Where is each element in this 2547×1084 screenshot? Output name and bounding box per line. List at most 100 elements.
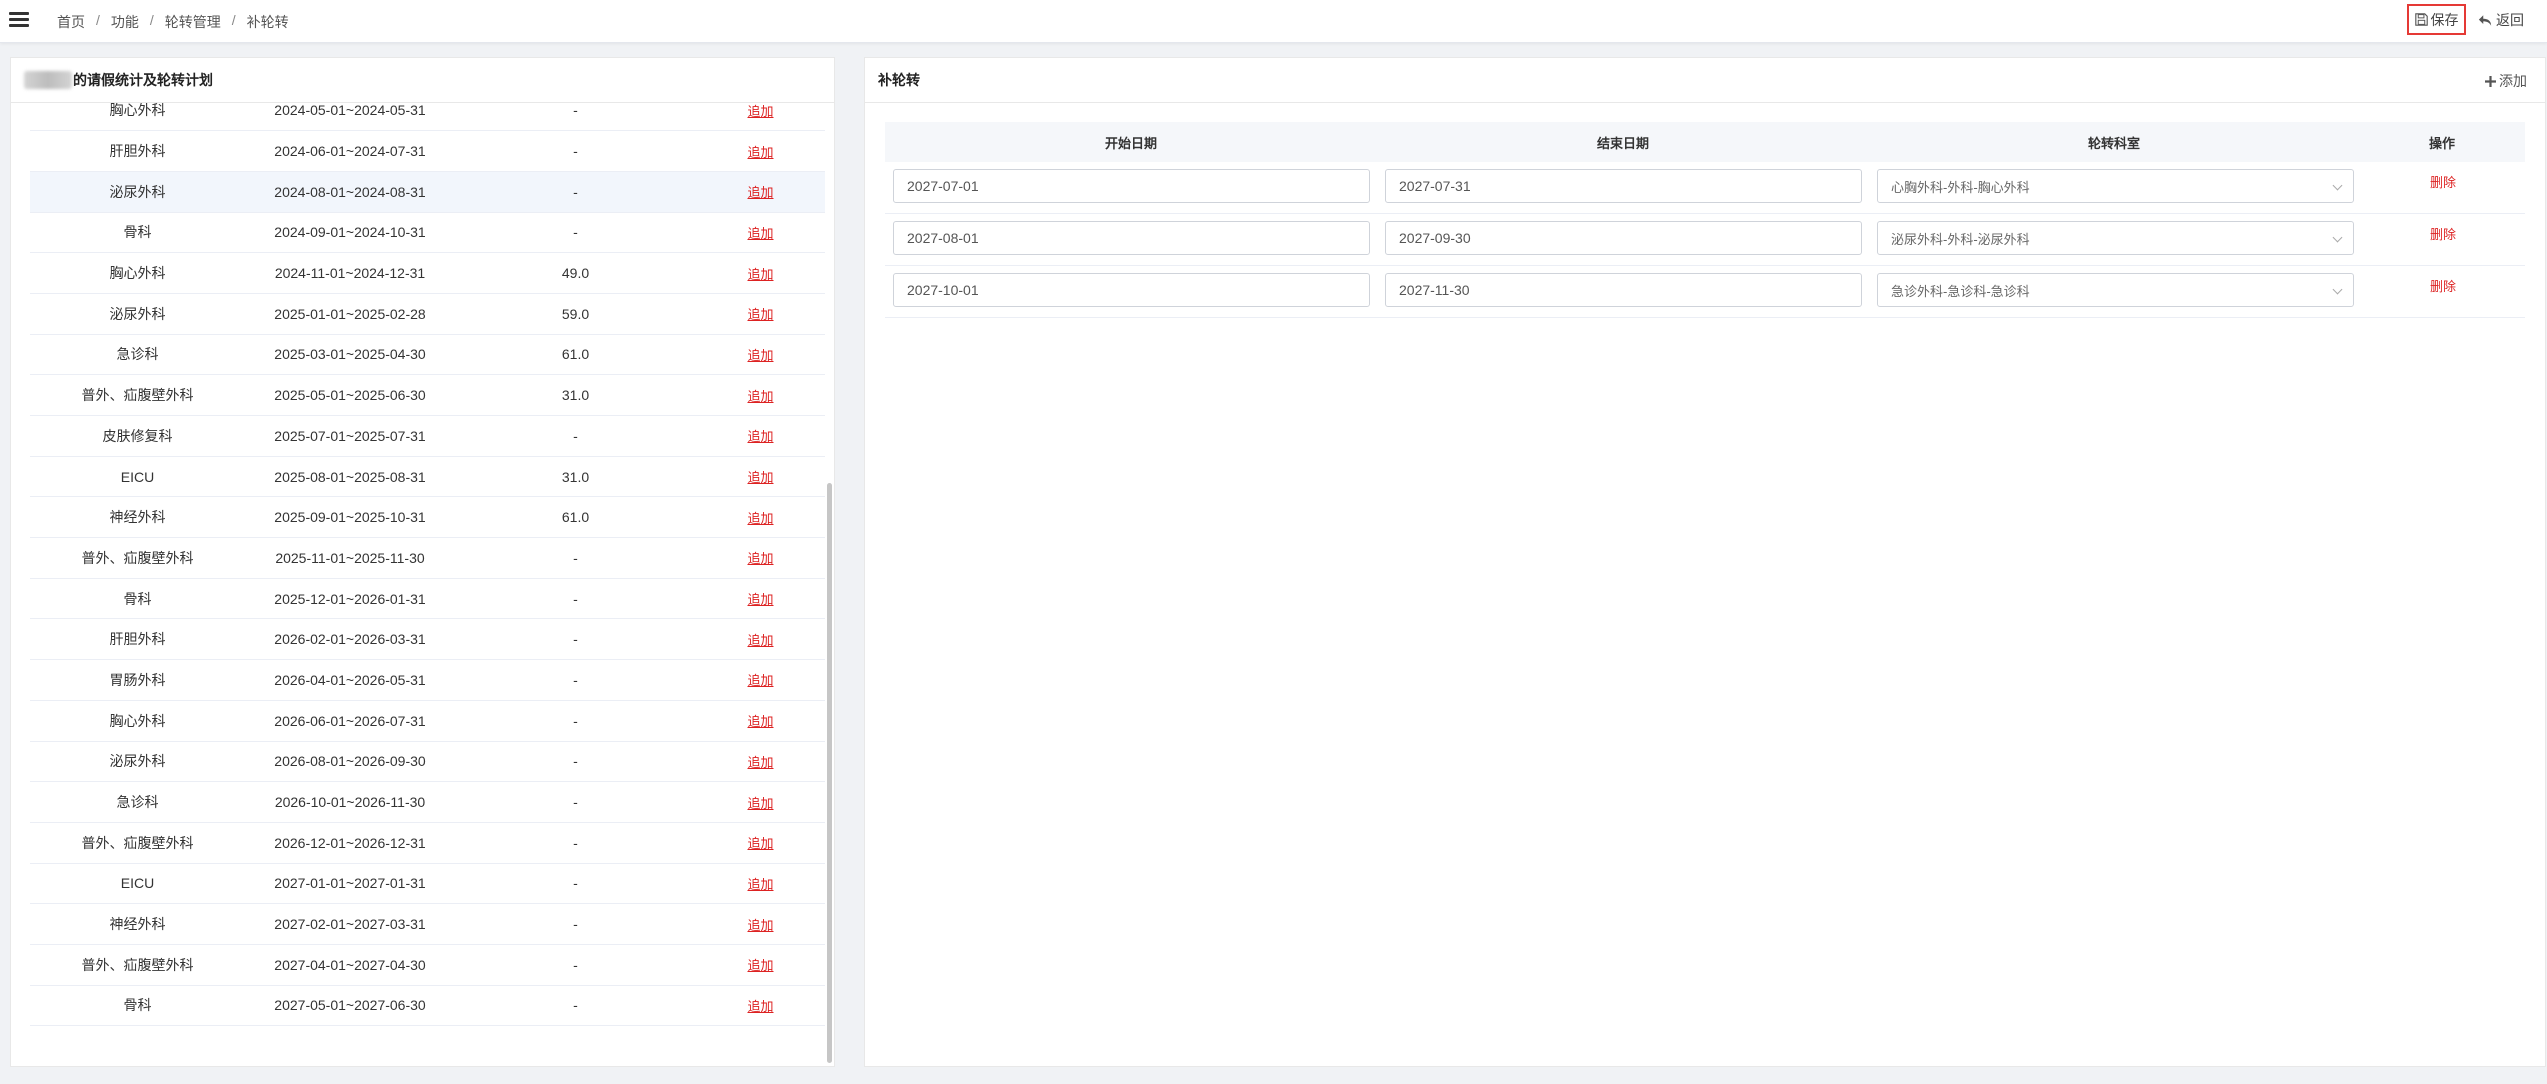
append-link[interactable]: 追加 [747, 958, 773, 973]
scrollbar-thumb[interactable] [827, 483, 832, 1063]
panel-title-text: 的请假统计及轮转计划 [73, 72, 213, 88]
table-row: 泌尿外科 2024-08-01~2024-08-31- 追加 [30, 171, 825, 213]
cell-department: 骨科 [30, 578, 245, 620]
append-link[interactable]: 追加 [747, 714, 773, 729]
floppy-icon [2414, 13, 2428, 26]
back-button[interactable]: 返回 [2478, 9, 2524, 31]
append-link[interactable]: 追加 [747, 145, 773, 160]
start-date-input[interactable]: 2027-10-01 [893, 273, 1370, 307]
cell-operation: 追加 [696, 863, 825, 905]
append-link[interactable]: 追加 [747, 755, 773, 770]
cell-operation: 追加 [696, 456, 825, 498]
chevron-down-icon [2332, 284, 2343, 295]
cell-department: 急诊科 [30, 781, 245, 823]
append-link[interactable]: 追加 [747, 389, 773, 404]
cell-operation: 追加 [696, 781, 825, 823]
cell-operation: 追加 [696, 659, 825, 701]
append-link[interactable]: 追加 [747, 551, 773, 566]
cell-period: 2027-04-01~2027-04-30 [245, 944, 455, 986]
breadcrumb-home[interactable]: 首页 [57, 12, 85, 32]
cell-period: 2026-08-01~2026-09-30 [245, 741, 455, 783]
append-link[interactable]: 追加 [747, 633, 773, 648]
back-button-label: 返回 [2496, 12, 2524, 28]
delete-link[interactable]: 删除 [2430, 276, 2456, 295]
cell-department: 神经外科 [30, 496, 245, 539]
department-select[interactable]: 急诊外科-急诊科-急诊科 [1877, 273, 2354, 307]
append-link[interactable]: 追加 [747, 429, 773, 444]
append-link[interactable]: 追加 [747, 104, 773, 119]
chevron-down-icon [2332, 232, 2343, 243]
table-row: 急诊科 2026-10-01~2026-11-30- 追加 [30, 781, 825, 823]
table-row: 胸心外科 2026-06-01~2026-07-31- 追加 [30, 700, 825, 742]
cell-operation: 追加 [696, 822, 825, 864]
add-row-button[interactable]: 添加 [2485, 71, 2527, 91]
cell-department: 普外、疝腹壁外科 [30, 374, 245, 416]
cell-leave-days: 61.0 [455, 334, 696, 376]
append-link[interactable]: 追加 [747, 673, 773, 688]
department-select[interactable]: 泌尿外科-外科-泌尿外科 [1877, 221, 2354, 255]
append-link[interactable]: 追加 [747, 348, 773, 363]
hamburger-icon[interactable] [9, 12, 29, 30]
append-link[interactable]: 追加 [747, 185, 773, 200]
column-header-end-date: 结束日期 [1596, 135, 1649, 151]
cell-department: 胸心外科 [30, 103, 245, 132]
table-row: 泌尿外科 2025-01-01~2025-02-28 59.0 追加 [30, 293, 825, 335]
cell-period: 2024-05-01~2024-05-31 [245, 103, 455, 132]
cell-operation: 追加 [696, 171, 825, 213]
cell-department: 胸心外科 [30, 252, 245, 294]
cell-operation: 追加 [696, 578, 825, 620]
breadcrumb-function[interactable]: 功能 [111, 12, 139, 32]
table-row: 胃肠外科 2026-04-01~2026-05-31- 追加 [30, 659, 825, 701]
delete-link[interactable]: 删除 [2430, 224, 2456, 243]
append-link[interactable]: 追加 [747, 836, 773, 851]
department-select-value: 泌尿外科-外科-泌尿外科 [1891, 231, 2030, 247]
cell-leave-days: 31.0 [455, 456, 696, 498]
append-link[interactable]: 追加 [747, 267, 773, 282]
cell-leave-days: 31.0 [455, 374, 696, 416]
rotation-plan-list[interactable]: 胸心外科 2024-05-01~2024-05-31- 追加 肝胆外科 2024-06-… [11, 103, 836, 1066]
append-link[interactable]: 追加 [747, 999, 773, 1014]
append-link[interactable]: 追加 [747, 877, 773, 892]
append-link[interactable]: 追加 [747, 307, 773, 322]
end-date-input[interactable]: 2027-09-30 [1385, 221, 1862, 255]
cell-period: 2025-12-01~2026-01-31 [245, 578, 455, 620]
redacted-name [24, 71, 72, 89]
breadcrumb-current: 补轮转 [246, 14, 289, 30]
append-link[interactable]: 追加 [747, 470, 773, 485]
cell-leave-days: - [455, 822, 696, 864]
department-select[interactable]: 心胸外科-外科-胸心外科 [1877, 169, 2354, 203]
cell-leave-days: - [455, 537, 696, 579]
table-row: 骨科 2024-09-01~2024-10-31- 追加 [30, 212, 825, 254]
breadcrumb: 首页 / 功能 / 轮转管理 / 补轮转 [57, 12, 289, 32]
start-date-input[interactable]: 2027-08-01 [893, 221, 1370, 255]
cell-department: 骨科 [30, 985, 245, 1027]
end-date-input[interactable]: 2027-07-31 [1385, 169, 1862, 203]
save-button-label: 保存 [2430, 11, 2459, 28]
start-date-input[interactable]: 2027-07-01 [893, 169, 1370, 203]
end-date-input[interactable]: 2027-11-30 [1385, 273, 1862, 307]
delete-link[interactable]: 删除 [2430, 172, 2456, 191]
table-row: 2027-10-01 2027-11-30 急诊外科-急诊科-急诊科 删除 [885, 266, 2525, 318]
cell-leave-days: - [455, 700, 696, 742]
table-row: 普外、疝腹壁外科 2025-11-01~2025-11-30- 追加 [30, 537, 825, 579]
cell-leave-days: - [455, 944, 696, 986]
chevron-down-icon [2332, 180, 2343, 191]
cell-leave-days: - [455, 903, 696, 945]
cell-period: 2026-04-01~2026-05-31 [245, 659, 455, 701]
append-link[interactable]: 追加 [747, 918, 773, 933]
append-link[interactable]: 追加 [747, 592, 773, 607]
cell-period: 2025-03-01~2025-04-30 [245, 334, 455, 376]
cell-leave-days: - [455, 863, 696, 905]
breadcrumb-rotation-management[interactable]: 轮转管理 [165, 12, 221, 32]
breadcrumb-separator: / [96, 12, 100, 28]
cell-period: 2026-02-01~2026-03-31 [245, 618, 455, 661]
append-link[interactable]: 追加 [747, 226, 773, 241]
cell-department: 泌尿外科 [30, 293, 245, 335]
table-row: 骨科 2027-05-01~2027-06-30- 追加 [30, 985, 825, 1027]
cell-period: 2024-11-01~2024-12-31 [245, 252, 455, 294]
append-link[interactable]: 追加 [747, 796, 773, 811]
append-link[interactable]: 追加 [747, 511, 773, 526]
table-row: 肝胆外科 2026-02-01~2026-03-31- 追加 [30, 618, 825, 661]
save-button[interactable]: 保存 [2407, 4, 2466, 35]
add-row-label: 添加 [2499, 73, 2527, 89]
